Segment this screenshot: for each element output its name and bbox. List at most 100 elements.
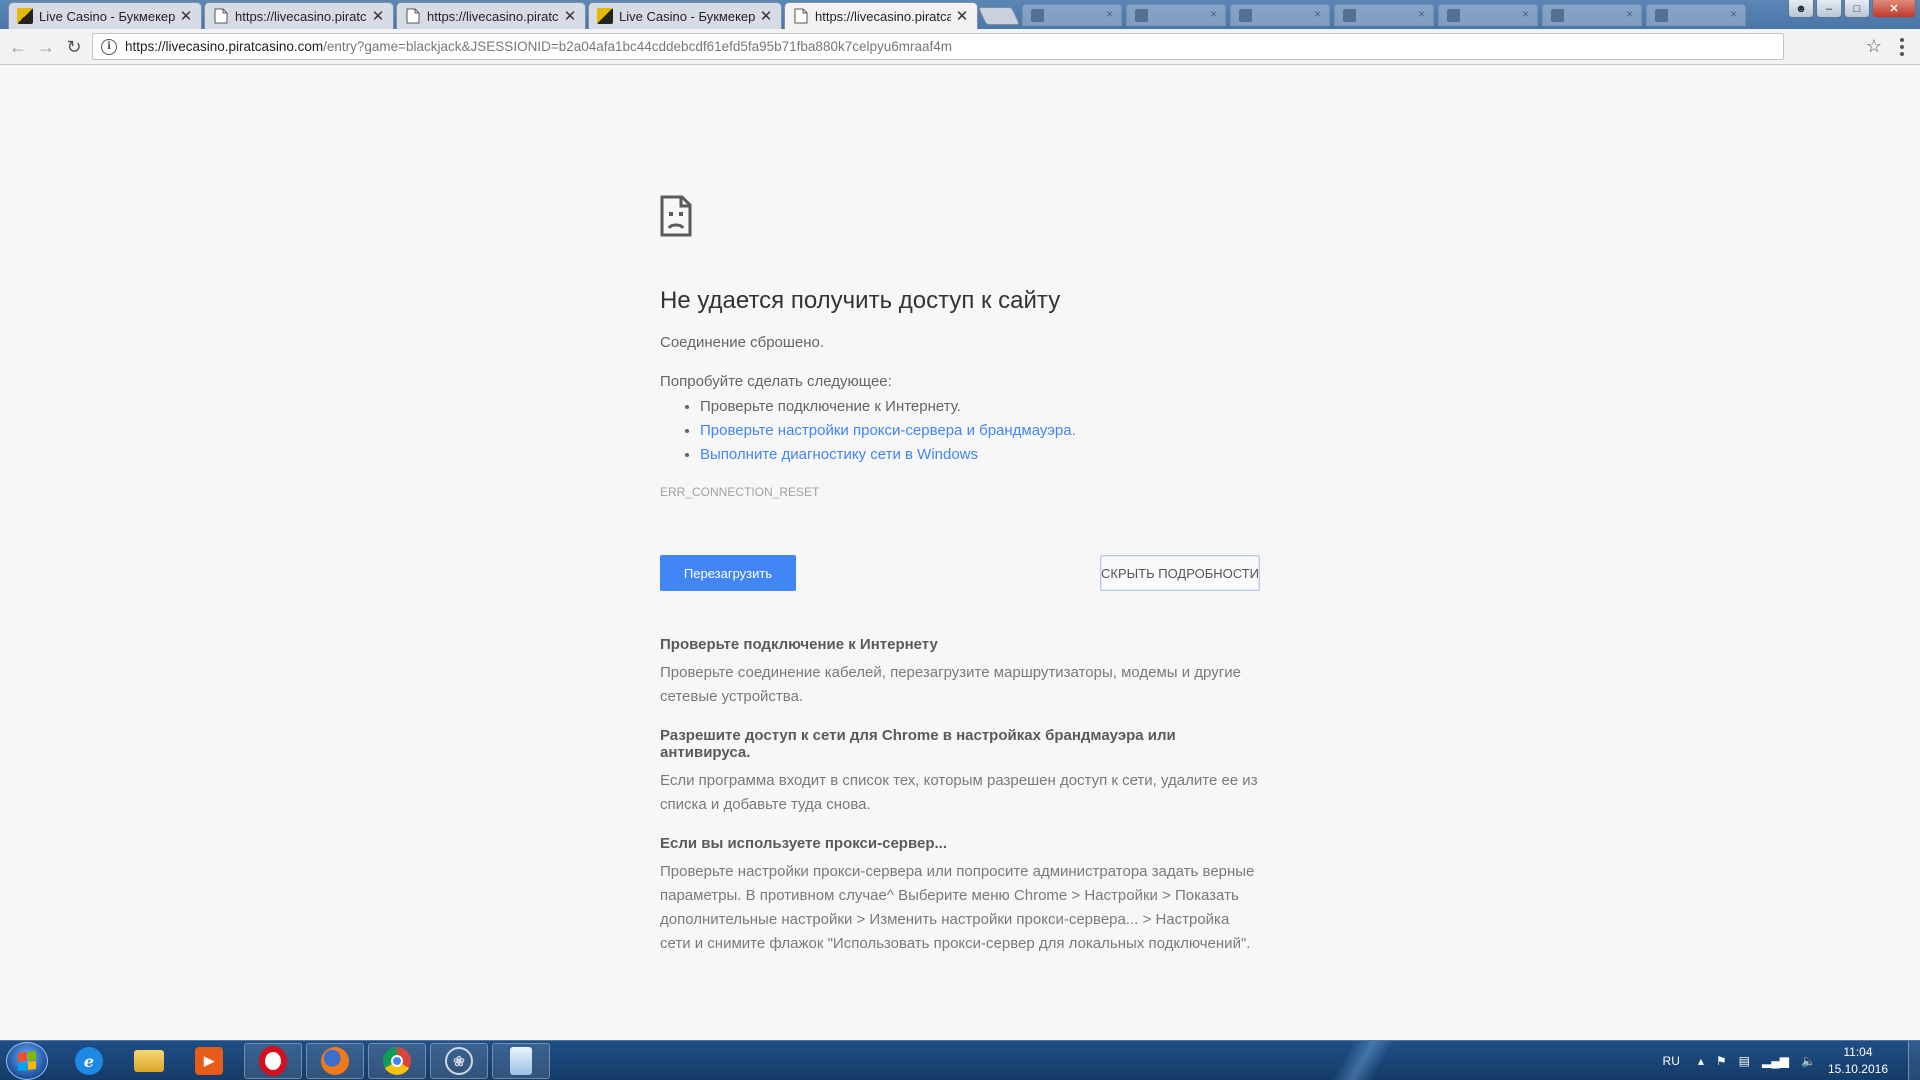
background-window-tab[interactable]: ×	[1438, 4, 1538, 26]
favicon-icon	[1551, 9, 1564, 22]
address-bar[interactable]: i https://livecasino.piratcasino.com/ent…	[92, 33, 1784, 60]
proxy-firewall-link[interactable]: Проверьте настройки прокси-сервера и бра…	[700, 422, 1076, 439]
bookmark-star-icon[interactable]: ☆	[1866, 36, 1882, 57]
notepad-button[interactable]	[492, 1043, 550, 1079]
start-button[interactable]	[6, 1042, 48, 1080]
detail-heading: Если вы используете прокси-сервер...	[660, 835, 947, 852]
tab-close-icon[interactable]: ✕	[955, 7, 969, 25]
suggestions-label: Попробуйте сделать следующее:	[660, 373, 892, 390]
minimize-button[interactable]: –	[1816, 0, 1842, 18]
security-icon[interactable]: ▤	[1739, 1054, 1750, 1068]
tab-title: https://livecasino.piratca	[235, 8, 367, 24]
error-page: Не удается получить доступ к сайту Соеди…	[0, 65, 1920, 1040]
tab-title: https://livecasino.piratca	[427, 8, 559, 24]
site-info-icon[interactable]: i	[101, 38, 117, 55]
background-window-tab[interactable]: ×	[1646, 4, 1746, 26]
opera-button[interactable]	[244, 1043, 302, 1079]
tab-title: Live Casino - Букмекерс	[39, 8, 175, 24]
action-center-flag-icon[interactable]: ⚑	[1716, 1054, 1727, 1068]
internet-explorer-button[interactable]: e	[60, 1043, 118, 1079]
tab-1[interactable]: Live Casino - Букмекерс ✕	[8, 2, 202, 29]
chrome-icon	[383, 1047, 411, 1075]
favicon-icon	[1135, 9, 1148, 22]
forward-arrow-icon[interactable]: →	[34, 35, 58, 59]
suggestion-item: Выполните диагностику сети в Windows	[700, 443, 1076, 467]
tab-close-icon[interactable]: ×	[1314, 7, 1321, 21]
file-explorer-button[interactable]	[120, 1043, 178, 1079]
background-window-tab[interactable]: ×	[1126, 4, 1226, 26]
background-window-tab[interactable]: ×	[1022, 4, 1122, 26]
clock-date: 15.10.2016	[1827, 1062, 1888, 1076]
tab-title: Live Casino - Букмекерс	[619, 8, 755, 24]
opera-icon	[259, 1046, 287, 1076]
show-desktop-button[interactable]	[1908, 1041, 1920, 1080]
background-window-tab[interactable]: ×	[1334, 4, 1434, 26]
clock-time: 11:04	[1843, 1045, 1873, 1059]
tab-close-icon[interactable]: ×	[1210, 7, 1217, 21]
network-signal-icon[interactable]: ▂▄▆	[1762, 1054, 1789, 1068]
document-favicon-icon	[405, 8, 421, 24]
reload-icon[interactable]: ↻	[62, 35, 86, 59]
tab-title: https://livecasino.piratca	[815, 8, 951, 24]
windows-diagnostics-link[interactable]: Выполните диагностику сети в Windows	[700, 446, 978, 463]
back-arrow-icon[interactable]: ←	[6, 35, 30, 59]
hide-details-button[interactable]: СКРЫТЬ ПОДРОБНОСТИ	[1100, 555, 1260, 591]
tab-close-icon[interactable]: ✕	[759, 7, 773, 25]
detail-body: Если программа входит в список тех, кото…	[660, 772, 1258, 813]
maximize-button[interactable]: □	[1844, 0, 1870, 18]
url-host: https://livecasino.piratcasino.com	[125, 39, 324, 54]
network-app-button[interactable]: ❀	[430, 1043, 488, 1079]
casino-favicon-icon	[17, 8, 33, 24]
explorer-folder-icon	[134, 1050, 164, 1072]
suggestion-item: Проверьте подключение к Интернету.	[700, 395, 1076, 419]
media-player-button[interactable]: ▶	[180, 1043, 238, 1079]
new-tab-button[interactable]	[977, 7, 1021, 25]
error-code: ERR_CONNECTION_RESET	[660, 485, 820, 499]
favicon-icon	[1343, 9, 1356, 22]
suggestion-text: Проверьте подключение к Интернету.	[700, 398, 961, 415]
show-hidden-icons-icon[interactable]: ▴	[1698, 1054, 1704, 1068]
favicon-icon	[1239, 9, 1252, 22]
tab-5-active[interactable]: https://livecasino.piratca ✕	[784, 2, 978, 29]
system-tray: RU ▴ ⚑ ▤ ▂▄▆ 🔈 11:04 15.10.2016	[1663, 1041, 1920, 1080]
tab-close-icon[interactable]: ✕	[563, 7, 577, 25]
detail-body: Проверьте соединение кабелей, перезагруз…	[660, 664, 1241, 705]
tab-4[interactable]: Live Casino - Букмекерс ✕	[588, 2, 782, 29]
error-reason: Соединение сброшено.	[660, 334, 825, 351]
address-url[interactable]: https://livecasino.piratcasino.com/entry…	[125, 39, 952, 54]
volume-icon[interactable]: 🔈	[1801, 1054, 1816, 1068]
details-section: Проверьте подключение к Интернету Провер…	[660, 636, 1260, 974]
tab-2[interactable]: https://livecasino.piratca ✕	[204, 2, 394, 29]
background-window-tab[interactable]: ×	[1230, 4, 1330, 26]
favicon-icon	[1447, 9, 1460, 22]
browser-toolbar: ← → ↻ i https://livecasino.piratcasino.c…	[0, 29, 1920, 65]
chrome-button[interactable]	[368, 1043, 426, 1079]
tab-close-icon[interactable]: ×	[1418, 7, 1425, 21]
suggestion-item: Проверьте настройки прокси-сервера и бра…	[700, 419, 1076, 443]
suggestions-list: Проверьте подключение к Интернету. Прове…	[700, 395, 1076, 467]
reload-button[interactable]: Перезагрузить	[660, 555, 796, 591]
favicon-icon	[1031, 9, 1044, 22]
tab-close-icon[interactable]: ×	[1522, 7, 1529, 21]
detail-heading: Разрешите доступ к сети для Chrome в нас…	[660, 727, 1176, 761]
firefox-icon	[321, 1047, 349, 1075]
page-title: Не удается получить доступ к сайту	[660, 287, 1061, 314]
language-indicator[interactable]: RU	[1663, 1054, 1680, 1068]
tab-close-icon[interactable]: ×	[1106, 7, 1113, 21]
window-close-button[interactable]: ✕	[1872, 0, 1916, 18]
tab-close-icon[interactable]: ×	[1730, 7, 1737, 21]
background-window-tab[interactable]: ×	[1542, 4, 1642, 26]
user-profile-icon[interactable]: ☻	[1788, 0, 1814, 18]
chrome-menu-icon[interactable]	[1892, 35, 1912, 59]
sad-document-icon	[660, 195, 692, 237]
internet-explorer-icon: e	[75, 1047, 103, 1075]
document-favicon-icon	[213, 8, 229, 24]
tab-close-icon[interactable]: ✕	[179, 7, 193, 25]
clock[interactable]: 11:04 15.10.2016	[1828, 1044, 1888, 1078]
detail-body: Проверьте настройки прокси-сервера или п…	[660, 863, 1255, 952]
url-path: /entry?game=blackjack&JSESSIONID=b2a04af…	[323, 39, 953, 54]
tab-3[interactable]: https://livecasino.piratca ✕	[396, 2, 586, 29]
tab-close-icon[interactable]: ✕	[371, 7, 385, 25]
tab-close-icon[interactable]: ×	[1626, 7, 1633, 21]
firefox-button[interactable]	[306, 1043, 364, 1079]
